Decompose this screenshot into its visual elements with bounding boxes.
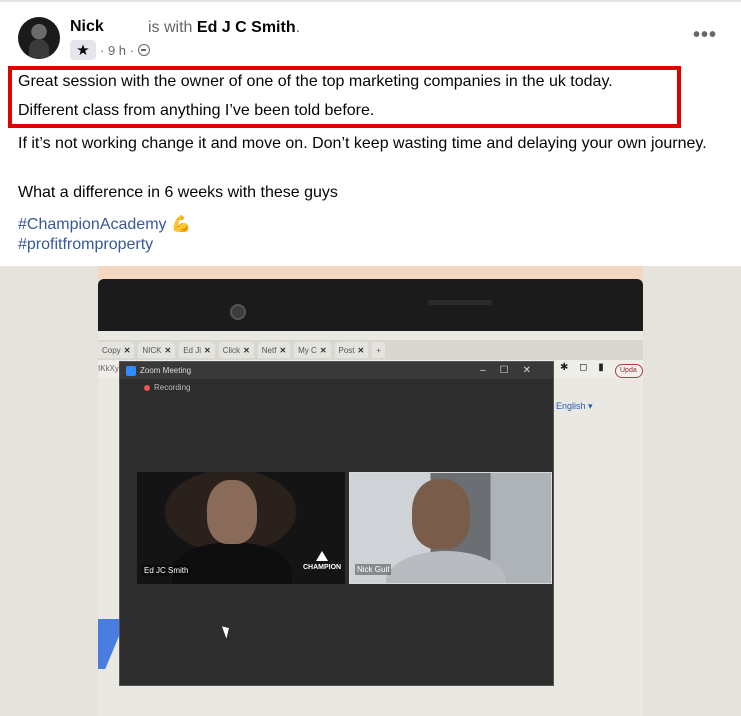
sensor-bar	[428, 300, 492, 305]
avatar[interactable]	[18, 17, 60, 59]
facebook-post: Nick is with Ed J C Smith. ★ · 9 h · •••…	[0, 0, 741, 266]
more-options-icon[interactable]: •••	[693, 24, 717, 47]
extension-icons: ✱ ◻ ▮	[560, 362, 608, 373]
browser-tab-bar: Copy ✕ NICK ✕ Ed Ji ✕ Click ✕ Netf ✕ My C ✕ Po…	[98, 340, 643, 360]
new-tab-icon: +	[372, 342, 385, 358]
browser-tab: Ed Ji ✕	[179, 342, 215, 358]
record-dot-icon	[144, 384, 150, 391]
participant-head	[412, 479, 470, 549]
browser-tab: Post ✕	[334, 342, 369, 358]
mouse-cursor-icon	[221, 624, 233, 639]
recording-label: Recording	[154, 383, 191, 392]
post-text-line-4: What a difference in 6 weeks with these …	[18, 184, 338, 201]
participant-body	[172, 542, 292, 584]
webcam-icon	[230, 304, 246, 320]
browser-tab: Netf ✕	[257, 342, 291, 358]
zoom-title-bar: Zoom Meeting –☐✕	[120, 362, 553, 379]
video-tile-right: Nick Guit	[349, 472, 552, 584]
with-prefix: is with	[148, 19, 193, 36]
post-text-line-3: If it’s not working change it and move o…	[18, 135, 707, 152]
language-selector: English ▾	[556, 401, 593, 411]
browser-tab: Copy ✕	[98, 342, 135, 358]
tagged-person[interactable]: Ed J C Smith	[197, 19, 296, 36]
zoom-app-icon	[126, 366, 136, 376]
champion-triangle-icon	[316, 551, 329, 561]
recording-indicator: Recording	[144, 383, 190, 392]
update-button: Upda	[615, 364, 643, 378]
zoom-window: Zoom Meeting –☐✕ Recording Ed JC Smith C…	[119, 361, 554, 686]
post-photo[interactable]: Copy ✕ NICK ✕ Ed Ji ✕ Click ✕ Netf ✕ My C ✕ Po…	[98, 266, 643, 716]
hashtag-profit-from-property[interactable]: #profitfromproperty	[18, 236, 153, 254]
hashtag-champion-academy[interactable]: #ChampionAcademy 💪	[18, 214, 191, 234]
champion-logo: CHAMPION	[303, 551, 341, 572]
star-icon[interactable]: ★	[70, 40, 96, 60]
participant-head	[207, 480, 257, 544]
window-controls: –☐✕	[480, 365, 545, 376]
participant-name-right: Nick Guit	[355, 564, 392, 575]
with-suffix: .	[295, 19, 301, 36]
participant-name-left: Ed JC Smith	[142, 565, 191, 576]
participant-body	[386, 551, 506, 583]
post-text-line-2: Different class from anything I’ve been …	[18, 102, 375, 119]
zoom-title: Zoom Meeting	[140, 366, 192, 375]
tagged-line: is with Ed J C Smith.	[148, 19, 300, 37]
post-meta: ★ · 9 h ·	[70, 40, 150, 60]
browser-tab: My C ✕	[294, 342, 331, 358]
post-time[interactable]: · 9 h ·	[100, 43, 134, 58]
globe-icon[interactable]	[137, 44, 150, 56]
laptop-bezel	[98, 279, 643, 331]
laptop-screen: Copy ✕ NICK ✕ Ed Ji ✕ Click ✕ Netf ✕ My C ✕ Po…	[98, 331, 643, 716]
author-name[interactable]: Nick	[70, 18, 104, 36]
post-text-line-1: Great session with the owner of one of t…	[18, 73, 613, 90]
browser-tab: NICK ✕	[138, 342, 176, 358]
browser-tab: Click ✕	[218, 342, 254, 358]
